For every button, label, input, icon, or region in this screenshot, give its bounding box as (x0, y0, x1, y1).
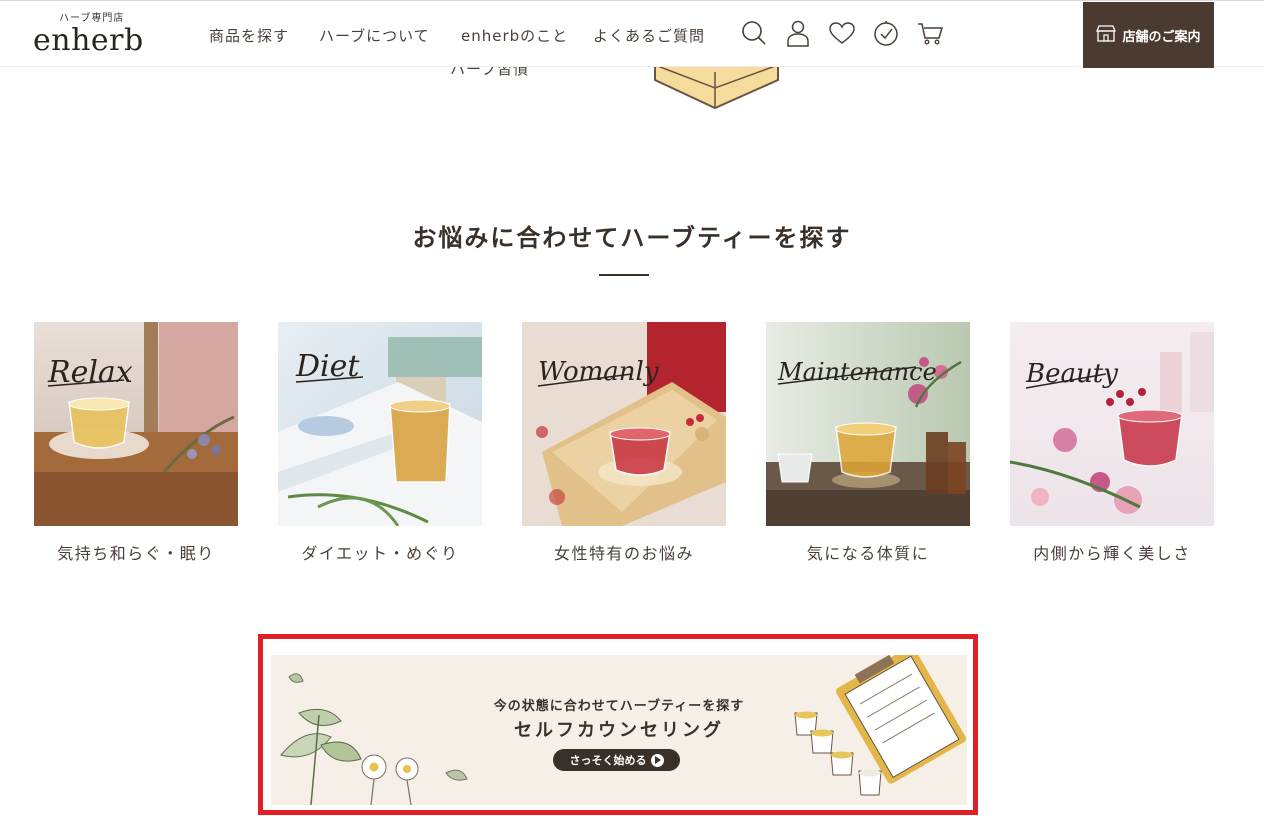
maintenance-photo: Maintenance (766, 322, 970, 526)
play-icon (650, 753, 664, 767)
start-counseling-button[interactable]: さっそく始める (553, 749, 680, 771)
title-divider (599, 274, 649, 276)
heart-icon[interactable] (828, 19, 856, 47)
diet-photo: Diet (278, 322, 482, 526)
logo-wordmark: enherb (33, 23, 144, 58)
womanly-caption: 女性特有のお悩み (553, 544, 694, 563)
section-title: お悩みに合わせてハーブティーを探す (412, 224, 852, 252)
cart-icon[interactable] (916, 19, 944, 47)
relax-caption: 気持ち和らぐ・眠り (57, 544, 215, 563)
womanly-script-label: Womanly (538, 357, 659, 387)
site-header: ハーブ専門店 enherb 商品を探す ハーブについて enherbのこと よく… (0, 0, 1264, 68)
site-logo[interactable]: ハーブ専門店 enherb (33, 9, 153, 61)
store-guide-label: 店舗のご案内 (1122, 29, 1201, 45)
user-icon[interactable] (784, 19, 812, 47)
nav-faq[interactable]: よくあるご質問 (593, 25, 705, 46)
banner-heading: セルフカウンセリング (514, 720, 724, 741)
banner-subheading: 今の状態に合わせてハーブティーを探す (493, 699, 745, 714)
nav-about-herbs[interactable]: ハーブについて (319, 25, 430, 46)
relax-photo: Relax (34, 322, 238, 526)
beauty-caption: 内側から輝く美しさ (1033, 544, 1191, 563)
search-icon[interactable] (740, 19, 768, 47)
logo-subtitle: ハーブ専門店 (59, 13, 125, 24)
beauty-photo: Beauty (1010, 322, 1214, 526)
history-icon[interactable] (872, 19, 900, 47)
highlight-frame: 今の状態に合わせてハーブティーを探す セルフカウンセリング さっそく始める (258, 634, 978, 815)
diet-script-label: Diet (295, 349, 360, 384)
box-illustration (654, 60, 779, 110)
self-counseling-banner[interactable]: 今の状態に合わせてハーブティーを探す セルフカウンセリング さっそく始める (271, 655, 967, 805)
start-button-label: さっそく始める (569, 754, 647, 767)
womanly-photo: Womanly (522, 322, 726, 526)
nav-about-enherb[interactable]: enherbのこと (461, 25, 568, 46)
store-icon (1096, 24, 1117, 46)
diet-caption: ダイエット・めぐり (301, 544, 459, 563)
nav-find-products[interactable]: 商品を探す (209, 25, 289, 46)
store-guide-button[interactable]: 店舗のご案内 (1083, 2, 1214, 68)
maintenance-caption: 気になる体質に (806, 544, 930, 563)
